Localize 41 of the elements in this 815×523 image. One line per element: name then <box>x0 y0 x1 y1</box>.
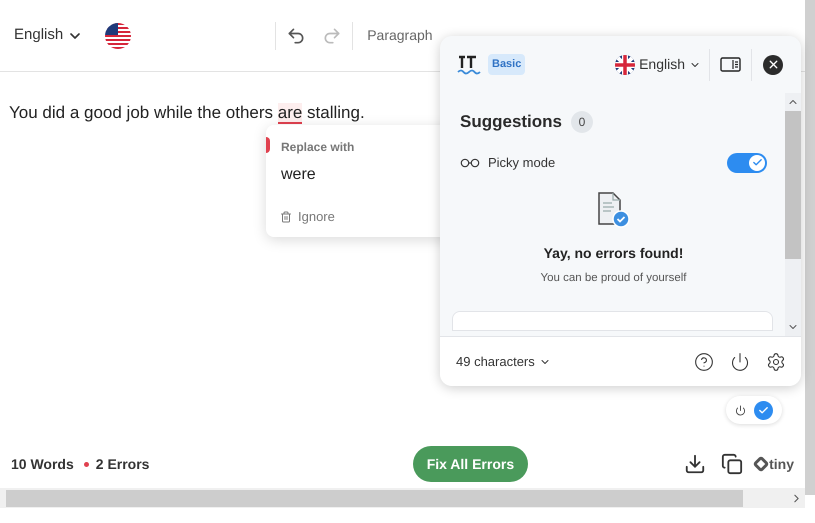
document-check-icon <box>596 190 630 228</box>
popup-heading: Replace with <box>281 139 354 156</box>
settings-icon[interactable] <box>766 352 786 372</box>
tiny-logo: tiny <box>755 454 794 474</box>
flag-icon <box>105 22 132 48</box>
trash-icon <box>280 210 292 223</box>
ignore-button[interactable]: Ignore <box>280 207 335 226</box>
check-icon <box>758 404 769 416</box>
help-icon[interactable] <box>694 352 714 372</box>
panel-scrollbar-thumb[interactable] <box>785 111 801 259</box>
lt-logo-icon <box>457 54 481 74</box>
picky-mode-switch[interactable] <box>727 152 767 172</box>
suggestions-count: 0 <box>571 110 594 133</box>
power-icon[interactable] <box>730 352 750 372</box>
check-icon <box>752 157 762 168</box>
close-button[interactable] <box>763 54 783 74</box>
glasses-icon <box>460 158 480 168</box>
close-icon <box>766 58 780 71</box>
flag-icon <box>615 54 636 74</box>
copy-icon[interactable] <box>721 453 744 475</box>
replacement-option[interactable]: were <box>281 163 316 187</box>
download-icon[interactable] <box>684 453 706 475</box>
panel-language-select[interactable]: English <box>615 54 701 75</box>
language-select[interactable]: English <box>14 24 84 47</box>
editor-text: You did a good job while the others are stalling. <box>9 102 365 126</box>
plan-badge: Basic <box>488 54 526 75</box>
power-icon <box>735 404 746 416</box>
error-count: 2 Errors <box>96 454 150 474</box>
scrollbar-thumb[interactable] <box>6 490 743 506</box>
word-count: 10 Words <box>11 454 74 474</box>
characters-count[interactable]: 49 characters <box>456 352 551 372</box>
no-errors-title: Yay, no errors found! <box>544 244 684 263</box>
suggestions-title: Suggestions <box>460 111 562 133</box>
no-errors-text: You can be proud of yourself <box>540 270 686 286</box>
picky-mode-label: Picky mode <box>488 154 556 172</box>
paragraph-style[interactable]: Paragraph <box>367 25 433 46</box>
sidebar-toggle-icon[interactable] <box>720 57 741 72</box>
undo-icon[interactable] <box>286 26 306 46</box>
checker-toggle[interactable] <box>726 396 782 424</box>
error-marker <box>266 137 270 153</box>
vertical-scrollbar[interactable] <box>805 0 815 495</box>
